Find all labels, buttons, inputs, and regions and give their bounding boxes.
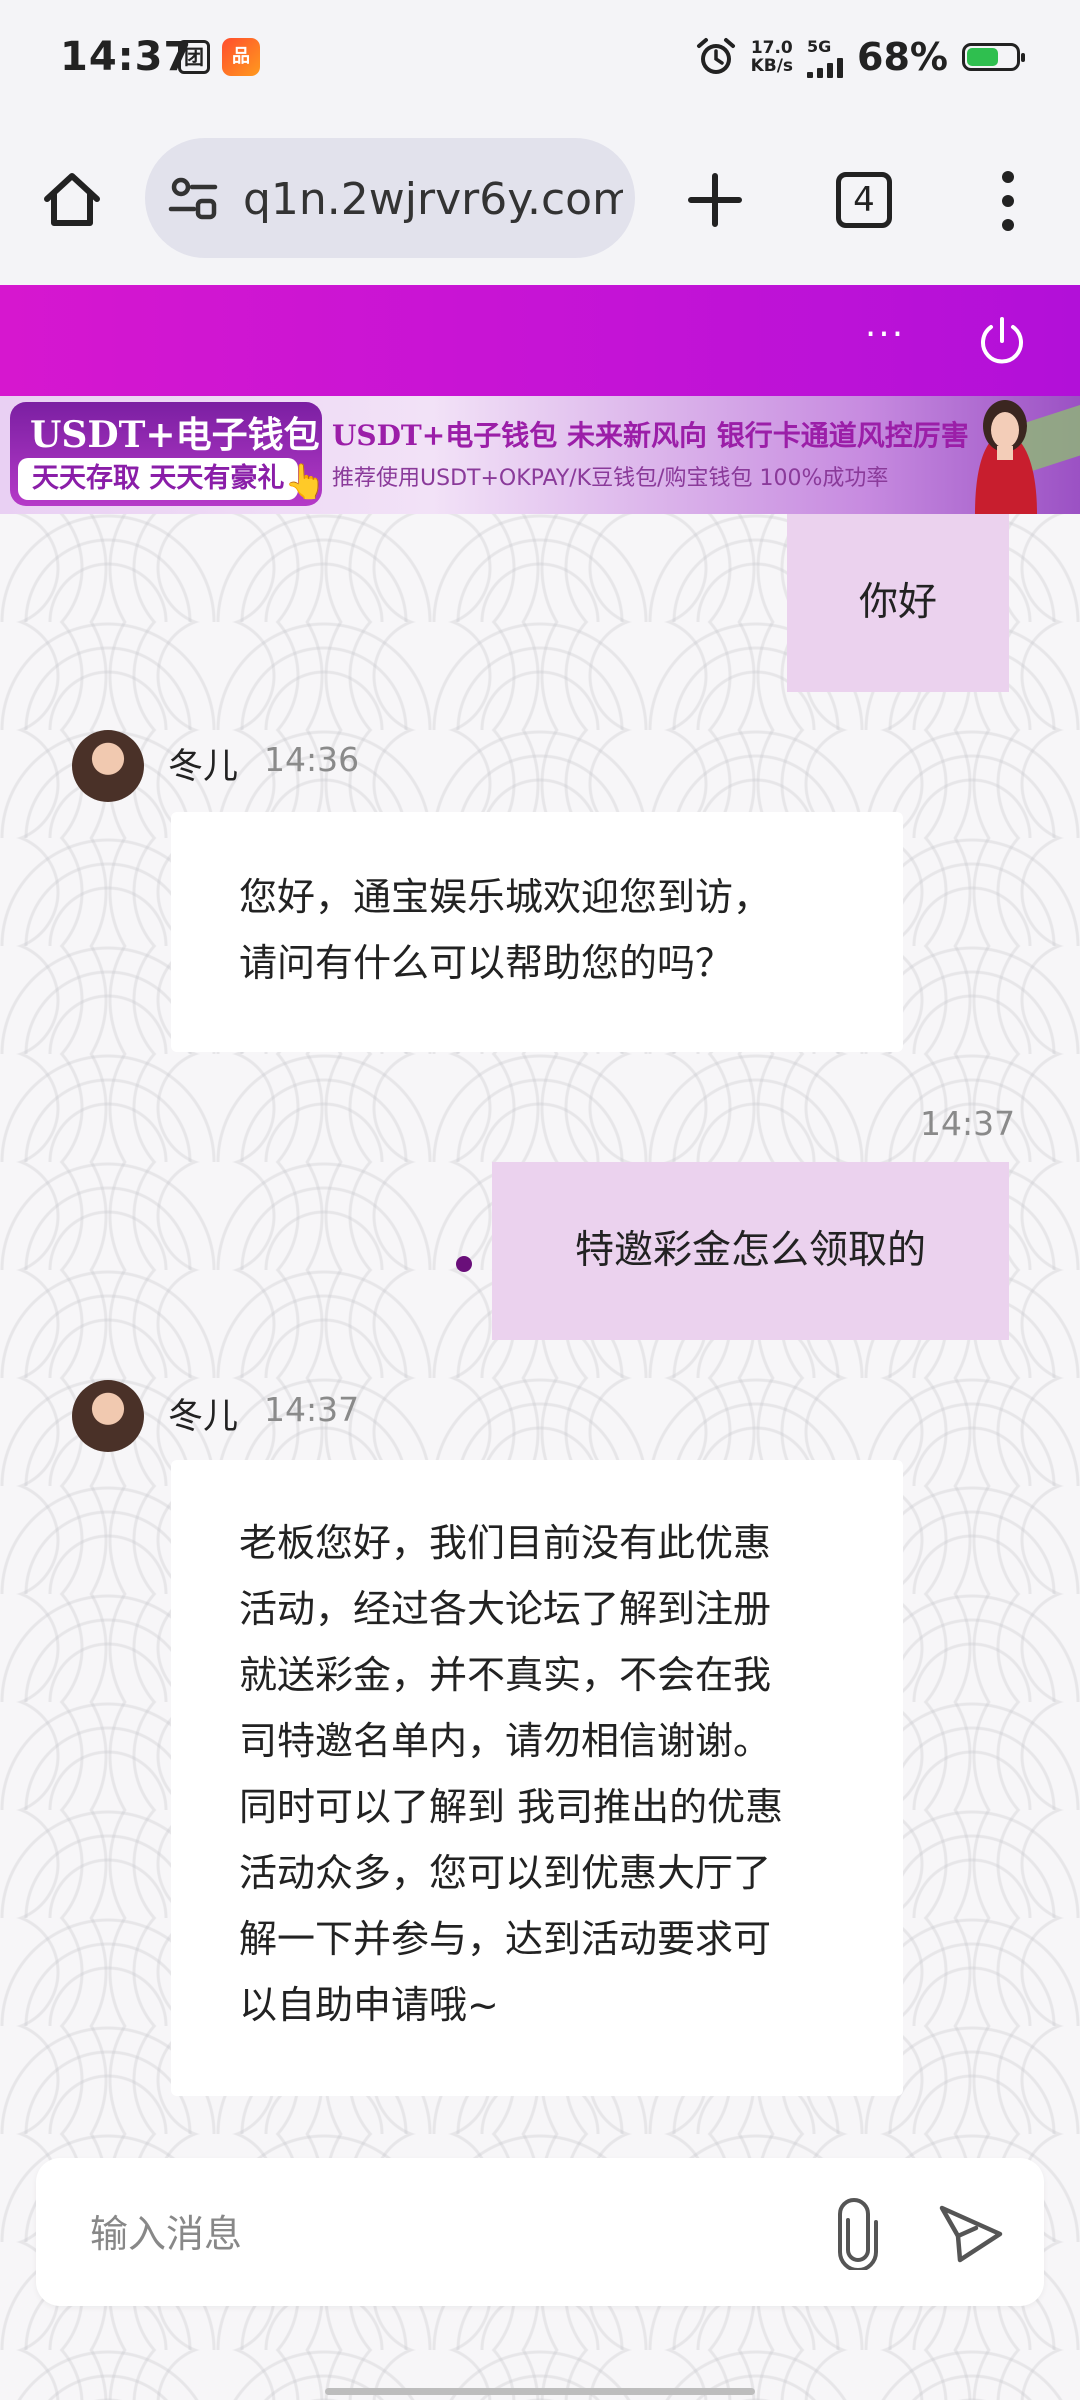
battery-percent: 68% bbox=[857, 35, 948, 79]
net-speed-value: 17.0 bbox=[750, 38, 793, 58]
unread-indicator bbox=[456, 1256, 472, 1272]
banner-model-image bbox=[975, 400, 1037, 514]
message-composer bbox=[36, 2158, 1044, 2306]
signal-icon bbox=[807, 56, 844, 78]
avatar[interactable] bbox=[72, 1380, 144, 1452]
sender-name: 冬儿 bbox=[168, 747, 239, 787]
battery-icon bbox=[962, 43, 1025, 71]
promo-banner[interactable]: USDT+电子钱包 天天存取 天天有豪礼 👆 USDT+电子钱包 未来新风向 银… bbox=[0, 396, 1080, 514]
sender-name: 冬儿 bbox=[168, 1397, 239, 1437]
address-bar[interactable]: q1n.2wjrvr6y.com bbox=[145, 138, 635, 258]
paperclip-icon[interactable] bbox=[826, 2198, 890, 2270]
banner-subtitle: 天天存取 天天有豪礼 bbox=[18, 458, 298, 500]
banner-tagline: 推荐使用USDT+OKPAY/K豆钱包/购宝钱包 100%成功率 bbox=[332, 466, 889, 491]
banner-title: USDT+电子钱包 bbox=[30, 414, 320, 456]
notification-badge-icon: 品 bbox=[222, 38, 260, 76]
send-icon[interactable] bbox=[936, 2200, 1006, 2266]
message-line: 以自助申请哦~ bbox=[239, 1983, 499, 2027]
more-vert-icon[interactable] bbox=[990, 166, 1026, 236]
status-indicators: 17.0 KB/s 5G 68% bbox=[695, 32, 1025, 82]
net-speed: 17.0 KB/s bbox=[751, 39, 793, 75]
message-line: 活动，经过各大论坛了解到注册 bbox=[239, 1587, 772, 1631]
incoming-message[interactable]: 老板您好，我们目前没有此优惠 活动，经过各大论坛了解到注册 就送彩金，并不真实，… bbox=[171, 1460, 903, 2096]
message-text: 你好 bbox=[858, 580, 937, 625]
status-bar: 14:37 团 品 17.0 KB/s 5G 68% bbox=[0, 0, 1080, 120]
banner-headline: USDT+电子钱包 未来新风向 银行卡通道风控厉害 bbox=[332, 419, 969, 452]
home-icon bbox=[44, 173, 100, 226]
banner-badge: USDT+电子钱包 天天存取 天天有豪礼 bbox=[10, 402, 322, 506]
notification-app-icon: 团 bbox=[178, 40, 210, 74]
message-time: 14:37 bbox=[920, 1104, 1016, 1143]
home-button[interactable] bbox=[40, 160, 104, 240]
message-line: 活动众多，您可以到优惠大厅了 bbox=[239, 1851, 772, 1895]
net-speed-unit: KB/s bbox=[750, 56, 794, 76]
tabs-icon[interactable]: 4 bbox=[836, 172, 892, 228]
outgoing-message[interactable]: 你好 bbox=[787, 514, 1009, 692]
alarm-icon bbox=[696, 38, 735, 74]
battery-fill bbox=[967, 48, 998, 66]
gesture-nav-handle[interactable] bbox=[325, 2388, 755, 2395]
message-input[interactable] bbox=[88, 2198, 792, 2270]
avatar[interactable] bbox=[72, 730, 144, 802]
status-time: 14:37 bbox=[60, 34, 193, 80]
site-settings-icon[interactable] bbox=[167, 172, 219, 224]
message-time: 14:36 bbox=[264, 740, 360, 779]
browser-toolbar: q1n.2wjrvr6y.com 4 bbox=[0, 120, 1080, 285]
message-line: 您好，通宝娱乐城欢迎您到访， bbox=[239, 875, 772, 919]
message-line: 老板您好，我们目前没有此优惠 bbox=[239, 1521, 772, 1565]
outgoing-message[interactable]: 特邀彩金怎么领取的 bbox=[492, 1162, 1009, 1340]
message-line: 解一下并参与，达到活动要求可 bbox=[239, 1917, 772, 1961]
cellular-indicator: 5G bbox=[807, 36, 844, 78]
chat-area[interactable]: 你好 冬儿 14:36 您好，通宝娱乐城欢迎您到访， 请问有什么可以帮助您的吗？… bbox=[0, 514, 1080, 2400]
message-text: 特邀彩金怎么领取的 bbox=[574, 1228, 926, 1273]
power-icon[interactable] bbox=[975, 315, 1029, 369]
incoming-message[interactable]: 您好，通宝娱乐城欢迎您到访， 请问有什么可以帮助您的吗？ bbox=[171, 812, 903, 1052]
message-time: 14:37 bbox=[264, 1390, 360, 1429]
url-text[interactable]: q1n.2wjrvr6y.com bbox=[243, 174, 623, 225]
message-line: 请问有什么可以帮助您的吗？ bbox=[239, 941, 734, 985]
more-horiz-icon[interactable]: ··· bbox=[855, 315, 915, 365]
message-line: 同时可以了解到 我司推出的优惠 bbox=[239, 1785, 784, 1829]
plus-icon[interactable] bbox=[683, 168, 747, 232]
network-type: 5G bbox=[807, 36, 832, 56]
message-line: 司特邀名单内，请勿相信谢谢。 bbox=[239, 1719, 772, 1763]
message-line: 就送彩金，并不真实，不会在我 bbox=[239, 1653, 772, 1697]
pointer-hand-icon: 👆 bbox=[284, 462, 327, 502]
site-header: ··· bbox=[0, 285, 1080, 396]
